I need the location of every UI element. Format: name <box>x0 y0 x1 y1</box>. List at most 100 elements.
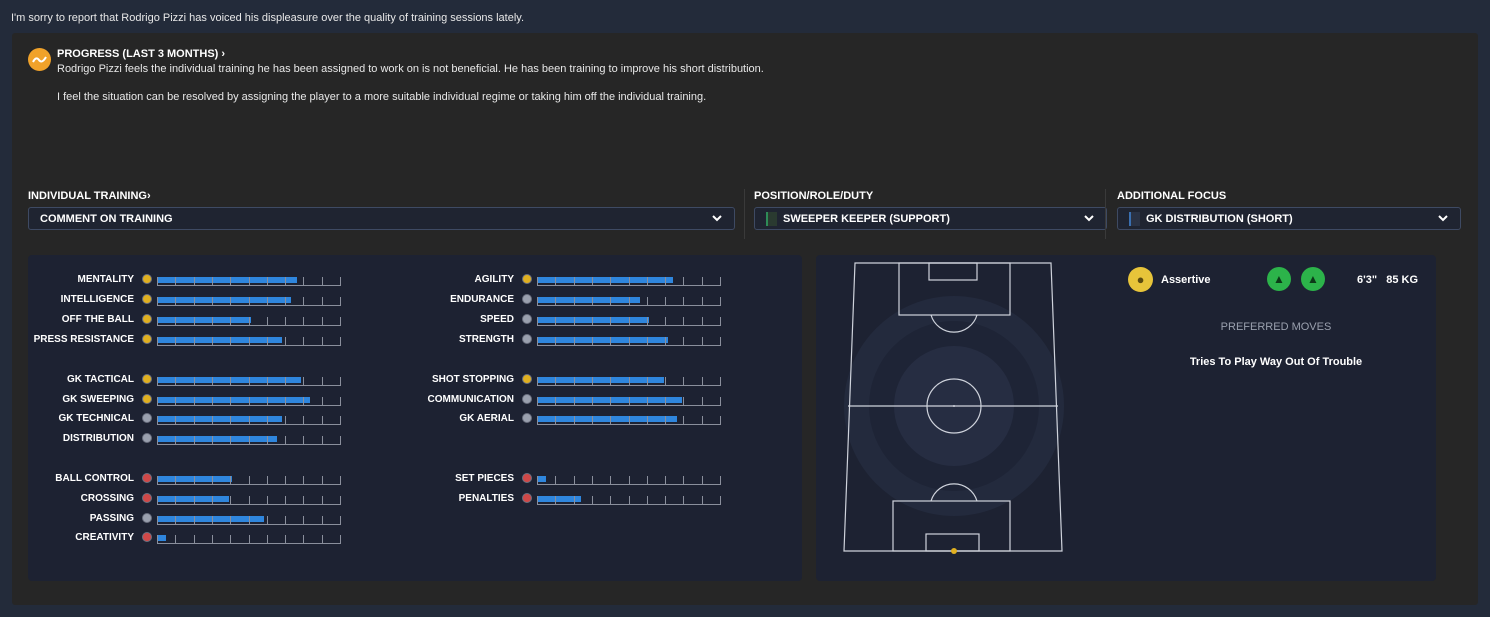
attribute-bar-tick <box>303 317 305 326</box>
attribute-bar-tick <box>720 476 721 485</box>
attribute-bar-tick <box>266 416 268 425</box>
attribute-bar-tick <box>665 337 667 346</box>
attribute-bar-tick <box>610 317 612 326</box>
attribute-bar-tick <box>230 317 232 326</box>
attribute-bar-tick <box>193 496 195 505</box>
attribute-bar-tick <box>646 377 648 386</box>
attribute-bar-tick <box>683 317 685 326</box>
attribute-row[interactable]: AGILITY <box>408 273 788 287</box>
attribute-row[interactable]: SET PIECES <box>408 472 788 486</box>
attribute-row[interactable]: SPEED <box>408 313 788 327</box>
attribute-bar-fill <box>537 277 674 283</box>
attribute-name: CROSSING <box>80 493 134 504</box>
attribute-bar-tick <box>340 436 341 445</box>
attribute-bar-tick <box>285 416 287 425</box>
attribute-bar-fill <box>157 297 292 303</box>
attribute-row[interactable]: PASSING <box>28 512 408 526</box>
chevron-down-icon <box>712 211 722 228</box>
attribute-row[interactable]: ENDURANCE <box>408 293 788 307</box>
attribute-bar-tick <box>537 377 538 386</box>
attribute-bar-tick <box>628 397 630 406</box>
attribute-bar-tick <box>537 397 538 406</box>
attribute-bar-tick <box>665 496 667 505</box>
attribute-bar-tick <box>230 297 232 306</box>
attribute-row[interactable]: COMMUNICATION <box>408 393 788 407</box>
position-role-label: POSITION/ROLE/DUTY <box>754 190 874 202</box>
attribute-bar-tick <box>230 516 232 525</box>
attribute-bar-tick <box>537 416 538 425</box>
attribute-bar-tick <box>340 516 341 525</box>
attribute-bar-tick <box>303 516 305 525</box>
attribute-bar-tick <box>537 277 538 286</box>
attribute-bar-tick <box>211 397 213 406</box>
attribute-bar-tick <box>157 516 158 525</box>
additional-focus-dropdown[interactable]: GK DISTRIBUTION (SHORT) <box>1117 207 1461 230</box>
attribute-bar-tick <box>646 277 648 286</box>
attribute-bar-tick <box>193 297 195 306</box>
attribute-bar-tick <box>683 337 685 346</box>
attribute-bar-tick <box>285 297 287 306</box>
attribute-bar-tick <box>665 377 667 386</box>
position-role-dropdown[interactable]: SWEEPER KEEPER (SUPPORT) <box>754 207 1107 230</box>
attribute-bar <box>537 472 721 485</box>
attribute-bar-tick <box>248 277 250 286</box>
attribute-bar-tick <box>211 277 213 286</box>
attribute-bar-tick <box>157 397 158 406</box>
attribute-bar-tick <box>266 297 268 306</box>
role-color-swatch <box>766 211 777 226</box>
attribute-bar-tick <box>230 337 232 346</box>
attribute-bar-tick <box>591 377 593 386</box>
attribute-row[interactable]: GK AERIAL <box>408 412 788 426</box>
attribute-status-icon <box>522 314 532 324</box>
attribute-status-icon <box>522 374 532 384</box>
attribute-bar-tick <box>157 436 158 445</box>
attribute-bar-tick <box>628 337 630 346</box>
attribute-status-icon <box>142 532 152 542</box>
attribute-bar-tick <box>573 337 575 346</box>
attribute-bar-tick <box>303 496 305 505</box>
individual-training-heading[interactable]: INDIVIDUAL TRAINING› <box>28 190 151 202</box>
attribute-row[interactable]: CREATIVITY <box>28 531 408 545</box>
attribute-bar-tick <box>665 297 667 306</box>
progress-heading[interactable]: PROGRESS (LAST 3 MONTHS) › <box>57 48 225 60</box>
attribute-status-icon <box>142 294 152 304</box>
attribute-bar-tick <box>573 496 575 505</box>
attribute-bar-tick <box>555 377 557 386</box>
progress-title: PROGRESS (LAST 3 MONTHS) <box>57 48 219 60</box>
individual-training-dropdown[interactable]: COMMENT ON TRAINING <box>28 207 735 230</box>
attribute-bar-tick <box>285 535 287 544</box>
attribute-bar-tick <box>591 297 593 306</box>
attribute-bar-tick <box>683 297 685 306</box>
attribute-bar-tick <box>285 317 287 326</box>
attribute-bar-tick <box>193 476 195 485</box>
right-boot-icon: ▲ <box>1301 267 1325 291</box>
attribute-bar-tick <box>248 416 250 425</box>
attribute-status-icon <box>142 334 152 344</box>
attribute-bar-tick <box>175 337 177 346</box>
attribute-bar-tick <box>303 297 305 306</box>
attribute-bar-tick <box>321 535 323 544</box>
attribute-bar-tick <box>303 377 305 386</box>
player-trait: Assertive <box>1161 274 1211 286</box>
attribute-row[interactable]: DISTRIBUTION <box>28 432 408 446</box>
attribute-bar-tick <box>628 377 630 386</box>
attribute-status-icon <box>522 493 532 503</box>
attribute-bar-tick <box>248 535 250 544</box>
attribute-row[interactable]: STRENGTH <box>408 333 788 347</box>
attribute-bar-tick <box>665 397 667 406</box>
attribute-bar-tick <box>230 416 232 425</box>
attribute-bar-tick <box>285 337 287 346</box>
attribute-bar-tick <box>230 277 232 286</box>
attribute-row[interactable]: PENALTIES <box>408 492 788 506</box>
focus-color-swatch <box>1129 211 1140 226</box>
attribute-row[interactable]: SHOT STOPPING <box>408 373 788 387</box>
attribute-bar-tick <box>701 317 703 326</box>
attribute-bar-tick <box>211 337 213 346</box>
attribute-bar-tick <box>701 337 703 346</box>
attribute-bar-tick <box>555 496 557 505</box>
attribute-bar-tick <box>230 377 232 386</box>
additional-focus-value: GK DISTRIBUTION (SHORT) <box>1146 212 1293 225</box>
individual-training-label: INDIVIDUAL TRAINING <box>28 190 147 202</box>
attribute-bar-tick <box>610 476 612 485</box>
attribute-bar-tick <box>230 535 232 544</box>
